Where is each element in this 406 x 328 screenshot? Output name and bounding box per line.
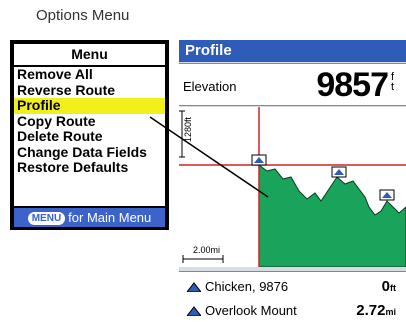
callout-leader-line <box>149 116 269 198</box>
